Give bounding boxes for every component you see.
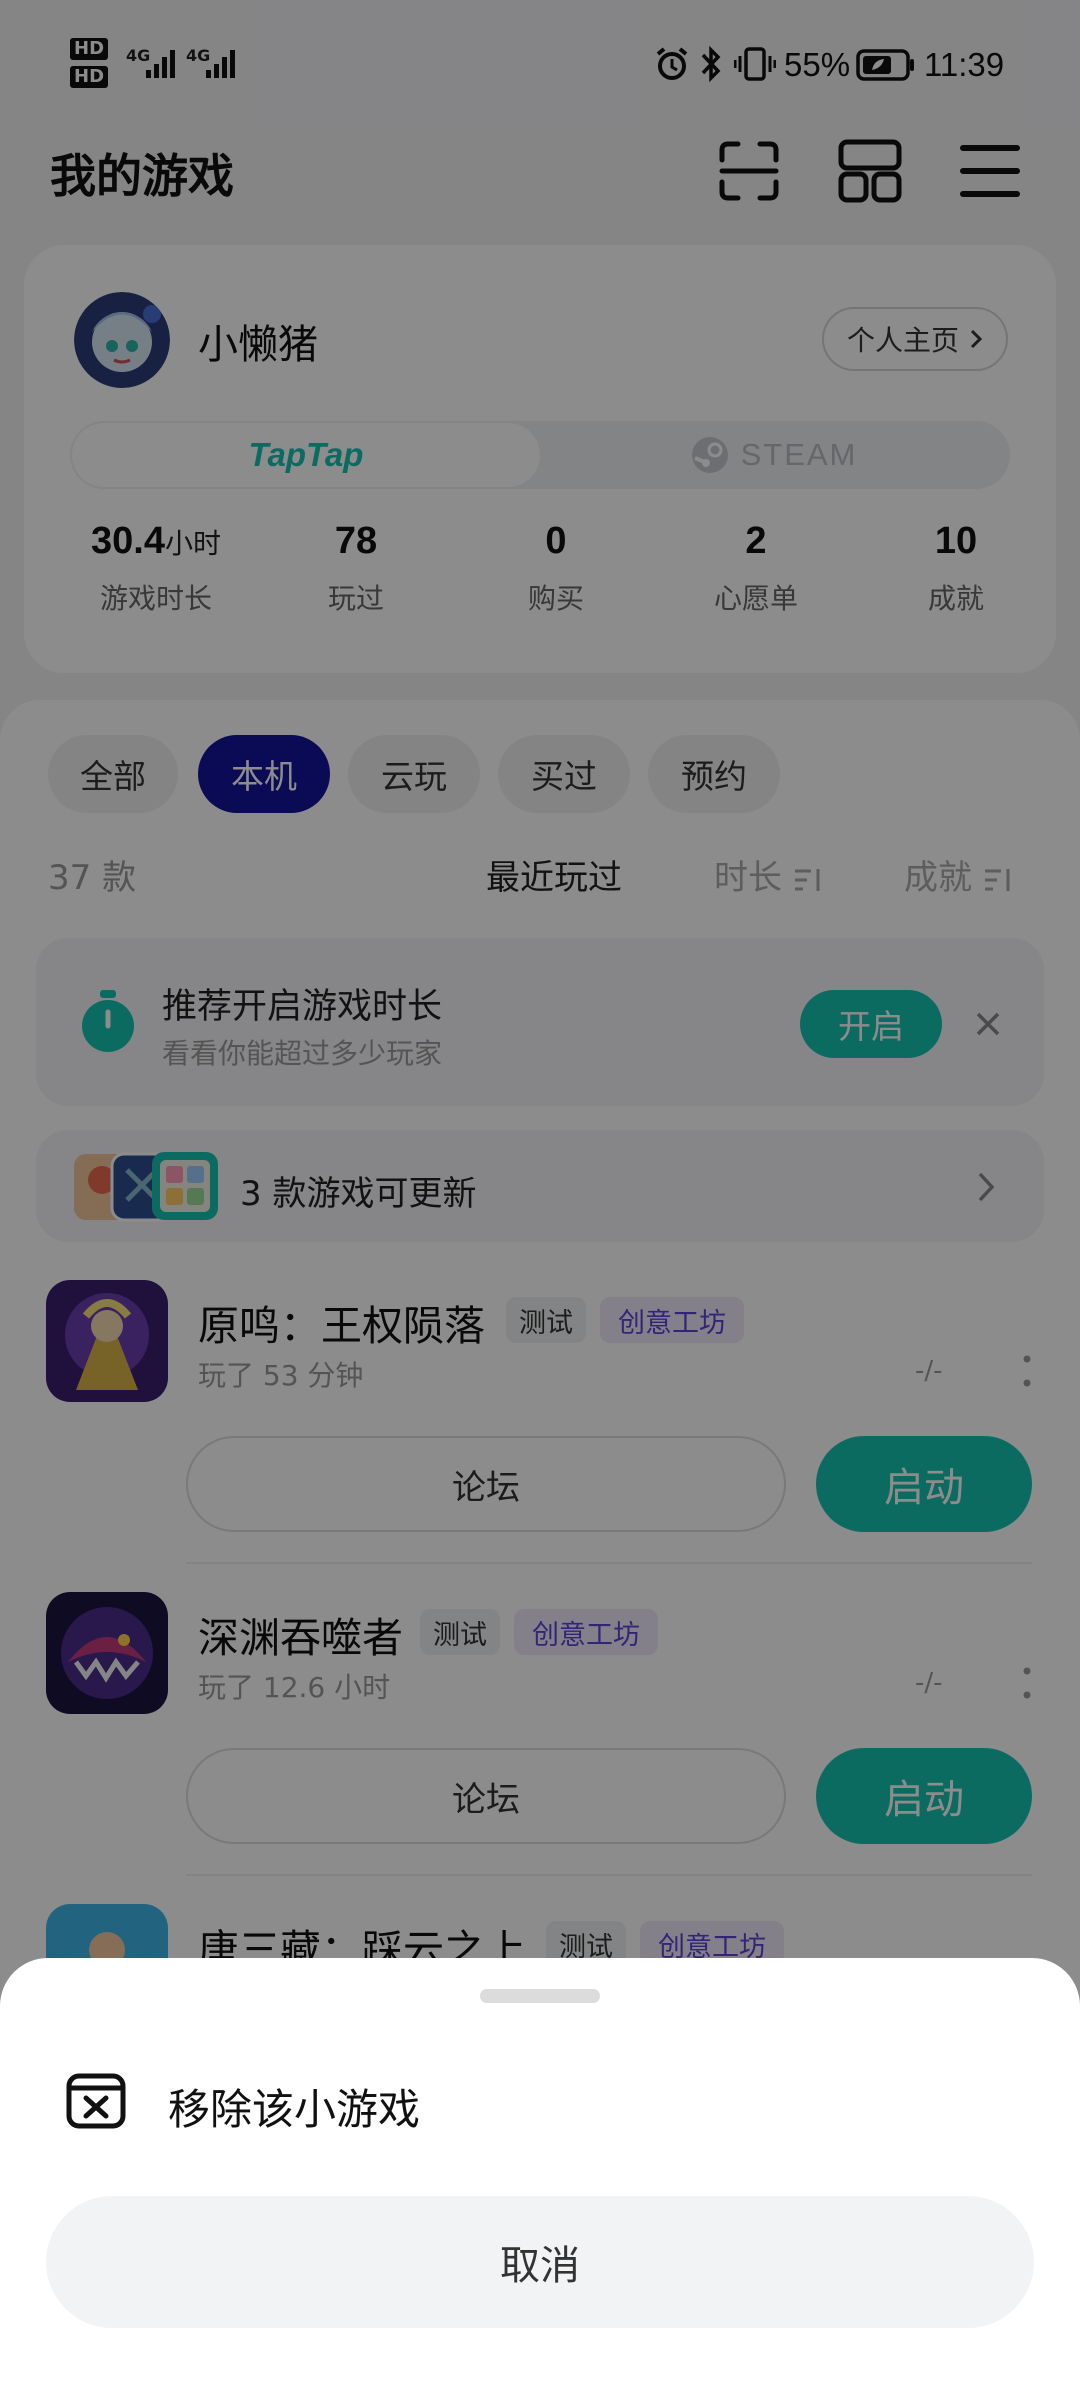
sheet-handle[interactable] bbox=[480, 1989, 600, 2003]
remove-game-option[interactable]: 移除该小游戏 bbox=[168, 2076, 420, 2137]
remove-game-icon bbox=[66, 2073, 126, 2129]
cancel-button[interactable]: 取消 bbox=[46, 2196, 1034, 2328]
